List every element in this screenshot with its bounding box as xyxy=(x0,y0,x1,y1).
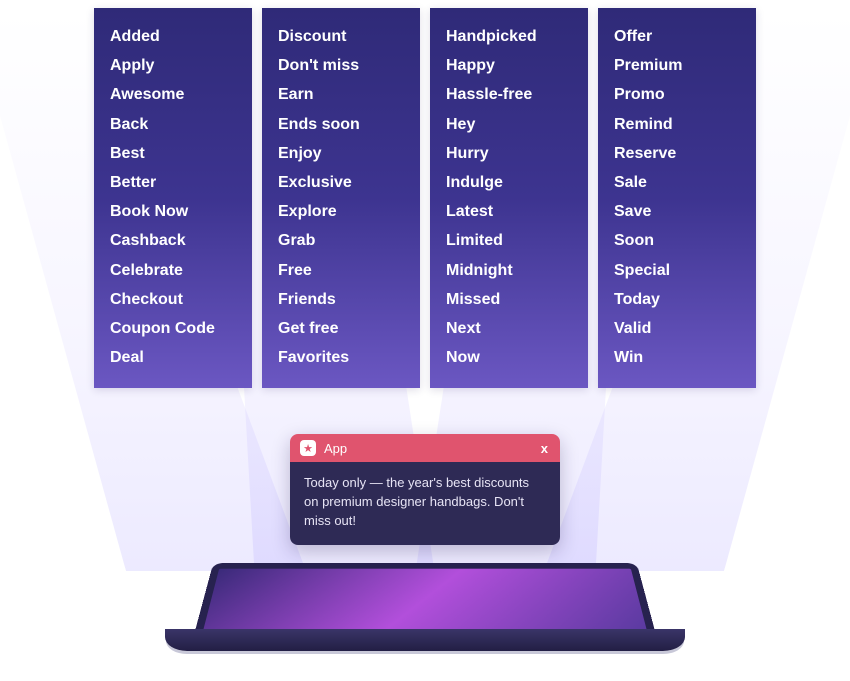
notification-app-label: App xyxy=(324,441,347,456)
word-item: Win xyxy=(614,343,740,372)
word-item: Explore xyxy=(278,197,404,226)
word-item: Premium xyxy=(614,51,740,80)
word-item: Special xyxy=(614,256,740,285)
laptop-illustration xyxy=(165,541,685,671)
word-item: Save xyxy=(614,197,740,226)
word-item: Best xyxy=(110,139,236,168)
word-item: Missed xyxy=(446,285,572,314)
word-item: Back xyxy=(110,110,236,139)
word-item: Reserve xyxy=(614,139,740,168)
word-item: Don't miss xyxy=(278,51,404,80)
word-item: Deal xyxy=(110,343,236,372)
word-item: Favorites xyxy=(278,343,404,372)
word-item: Promo xyxy=(614,80,740,109)
word-item: Coupon Code xyxy=(110,314,236,343)
word-item: Now xyxy=(446,343,572,372)
word-item: Exclusive xyxy=(278,168,404,197)
word-item: Earn xyxy=(278,80,404,109)
laptop-base xyxy=(165,629,685,651)
word-item: Latest xyxy=(446,197,572,226)
word-item: Free xyxy=(278,256,404,285)
laptop-screen xyxy=(195,563,655,631)
word-item: Better xyxy=(110,168,236,197)
word-item: Hurry xyxy=(446,139,572,168)
word-item: Apply xyxy=(110,51,236,80)
word-item: Hassle-free xyxy=(446,80,572,109)
word-columns: Added Apply Awesome Back Best Better Boo… xyxy=(94,8,756,388)
word-item: Sale xyxy=(614,168,740,197)
word-item: Handpicked xyxy=(446,22,572,51)
word-item: Book Now xyxy=(110,197,236,226)
word-item: Midnight xyxy=(446,256,572,285)
word-column-1: Added Apply Awesome Back Best Better Boo… xyxy=(94,8,252,388)
word-item: Happy xyxy=(446,51,572,80)
word-item: Grab xyxy=(278,226,404,255)
push-notification: ★ App x Today only — the year's best dis… xyxy=(290,434,560,545)
word-item: Limited xyxy=(446,226,572,255)
word-item: Soon xyxy=(614,226,740,255)
word-item: Indulge xyxy=(446,168,572,197)
word-item: Offer xyxy=(614,22,740,51)
word-item: Enjoy xyxy=(278,139,404,168)
word-item: Next xyxy=(446,314,572,343)
notification-body: Today only — the year's best discounts o… xyxy=(290,462,560,545)
word-item: Valid xyxy=(614,314,740,343)
close-icon[interactable]: x xyxy=(539,441,550,456)
word-column-3: Handpicked Happy Hassle-free Hey Hurry I… xyxy=(430,8,588,388)
word-item: Cashback xyxy=(110,226,236,255)
notification-header: ★ App x xyxy=(290,434,560,462)
word-column-4: Offer Premium Promo Remind Reserve Sale … xyxy=(598,8,756,388)
word-item: Today xyxy=(614,285,740,314)
word-item: Checkout xyxy=(110,285,236,314)
word-item: Discount xyxy=(278,22,404,51)
word-item: Get free xyxy=(278,314,404,343)
infographic-stage: Added Apply Awesome Back Best Better Boo… xyxy=(0,0,850,681)
word-item: Awesome xyxy=(110,80,236,109)
word-item: Friends xyxy=(278,285,404,314)
word-item: Ends soon xyxy=(278,110,404,139)
word-item: Added xyxy=(110,22,236,51)
word-column-2: Discount Don't miss Earn Ends soon Enjoy… xyxy=(262,8,420,388)
star-icon: ★ xyxy=(300,440,316,456)
word-item: Remind xyxy=(614,110,740,139)
word-item: Hey xyxy=(446,110,572,139)
word-item: Celebrate xyxy=(110,256,236,285)
